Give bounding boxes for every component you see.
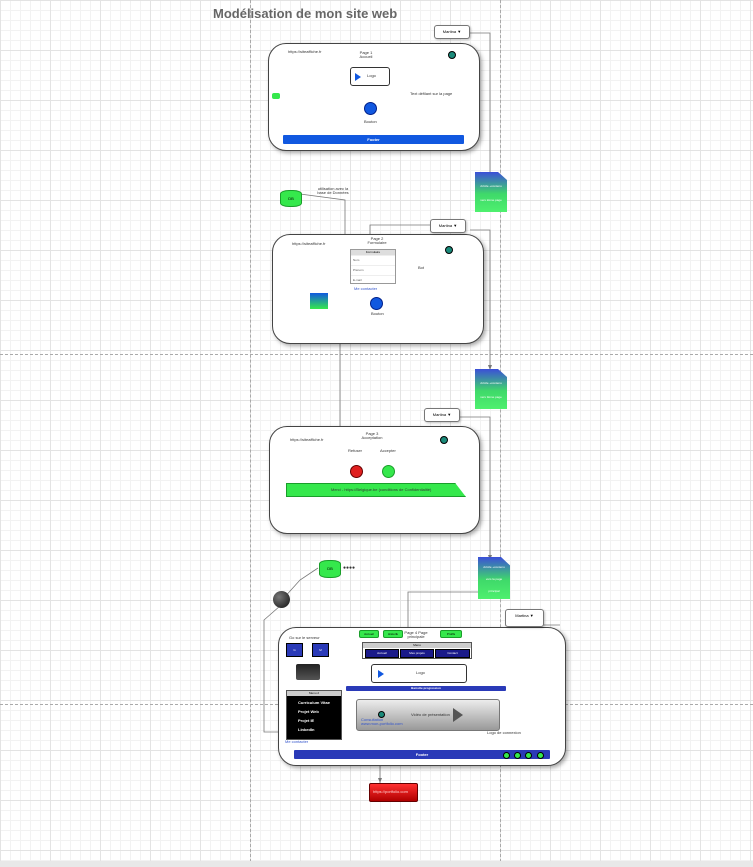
page-1-footer[interactable]: Footer — [283, 135, 464, 144]
page-2-node — [445, 246, 453, 254]
page-4-progress: Barrette progression — [346, 686, 506, 691]
page-4-menu-btn-2[interactable]: Historik — [383, 630, 403, 638]
page-4-gradient-box — [296, 664, 320, 680]
page-1-button[interactable] — [364, 102, 377, 115]
page-4-menu-btn-3[interactable]: Profils — [440, 630, 462, 638]
doc-1: Article +contenu vers 2ème page — [475, 172, 507, 212]
page-2-button-label: Bouton — [371, 311, 384, 316]
page-2-transition: Bot — [418, 265, 425, 270]
page-2-field-prenom[interactable]: Prénom — [351, 265, 395, 275]
page-2-link[interactable]: Me contacter — [354, 286, 377, 291]
page-1-transition: Text défilant sur la page — [410, 91, 453, 96]
page-3-accept-button[interactable] — [382, 465, 395, 478]
db-1-note: utilisation avec la base de Données — [317, 186, 349, 196]
page-4-nav-tab-3[interactable]: Contact — [435, 649, 470, 658]
page-2-callout[interactable]: Martina ▼ — [430, 219, 466, 233]
doc-3: Article +contenu vers la page principal — [478, 557, 510, 599]
page-4-menu-btn-1[interactable]: Accueil — [359, 630, 379, 638]
red-link-label: https://portfolio.com — [373, 789, 408, 794]
page-4-list[interactable]: Menu 2 Curriculum Vitae Projet Web Proje… — [286, 690, 342, 740]
page-2-field-nom[interactable]: Nom — [351, 255, 395, 265]
doc-3-line3: principal — [488, 589, 500, 593]
page-3-banner-text: Merci - https://Belgique.be (conditions … — [331, 487, 432, 492]
page-4-link[interactable]: Me contacter — [285, 739, 308, 744]
page-3-refuse-button[interactable] — [350, 465, 363, 478]
page-4-icon-g[interactable]: G — [286, 643, 303, 657]
db-2: DB — [319, 560, 341, 578]
page-1-node — [448, 51, 456, 59]
page-4-list-item-2[interactable]: Projet Web — [298, 709, 319, 714]
page-1-url: https://siteaffiche.fr — [288, 49, 322, 54]
doc-3-line2: vers la page — [485, 577, 503, 581]
page-4-list-item-1[interactable]: Curriculum Vitae — [298, 700, 330, 705]
page-1-name: Page 1 Accueil — [359, 50, 373, 60]
page-3-name: Page 3 Acceptation — [361, 431, 383, 441]
page-4-icon-m[interactable]: M — [312, 643, 329, 657]
doc-3-line1: Article +contenu — [483, 565, 505, 569]
page-2-name: Page 2 Formulaire — [367, 236, 387, 246]
page-3-banner: Merci - https://Belgique.be (conditions … — [286, 483, 466, 497]
page-4-callout[interactable]: Martina ▼ — [505, 609, 544, 627]
page-4-video[interactable]: Vidéo de présentation Consultation www.m… — [356, 699, 500, 731]
page-1-button-label: Bouton — [364, 119, 377, 124]
doc-1-line2: vers 2ème page — [480, 198, 502, 202]
doc-2: Article +contenu vers 3ème page — [475, 369, 507, 409]
page-3-callout[interactable]: Martina ▼ — [424, 408, 460, 422]
page-4-list-title: Menu 2 — [287, 691, 341, 696]
page-3-accept-label: Accepter — [380, 448, 396, 453]
page-4-logo-box[interactable]: Logo — [371, 664, 467, 683]
page-1-logo-label: Logo — [367, 73, 376, 78]
page-4-link2: Logo de connexion — [487, 730, 521, 735]
page-4-list-item-4[interactable]: LinkedIn — [298, 727, 314, 732]
page-4-nav-tab-2[interactable]: Mes projets — [400, 649, 434, 658]
play-icon — [355, 73, 361, 81]
social-icon-4[interactable] — [537, 752, 544, 759]
page-3-refuse-label: Refuser — [348, 448, 363, 453]
page-4-video-caption[interactable]: Consultation www.mon-portfolio.com — [361, 717, 403, 727]
red-link-button[interactable]: https://portfolio.com — [369, 783, 418, 802]
black-node — [273, 591, 290, 608]
social-icon-3[interactable] — [525, 752, 532, 759]
page-4-logo-label: Logo — [416, 670, 425, 675]
page-1-callout[interactable]: Martina ▼ — [434, 25, 470, 39]
page-2-image — [310, 293, 328, 309]
page-4-name: Page 4 Page principale — [404, 630, 428, 640]
page-4-video-label: Vidéo de présentation — [411, 712, 450, 717]
page-3-url: https://siteaffiche.fr — [290, 437, 324, 442]
doc-2-line2: vers 3ème page — [480, 395, 502, 399]
play-icon — [378, 670, 384, 678]
page-1-logo-box[interactable]: Logo — [350, 67, 390, 86]
page-4-nav-header: Menu — [363, 643, 471, 648]
doc-2-line1: Article +contenu — [480, 381, 502, 385]
social-icon-2[interactable] — [514, 752, 521, 759]
page-4-nav-bar: Menu Accueil Mes projets Contact — [362, 642, 472, 659]
page-2-url: https://siteaffiche.fr — [292, 241, 326, 246]
page-4-nav-tab-1[interactable]: Accueil — [365, 649, 399, 658]
doc-1-line1: Article +contenu — [480, 184, 502, 188]
video-play-icon — [453, 708, 463, 722]
db-2-dots: ●●●● — [343, 565, 356, 571]
social-icon-1[interactable] — [503, 752, 510, 759]
page-3-node — [440, 436, 448, 444]
page-2-field-email[interactable]: E-mail — [351, 275, 395, 285]
page-4-list-item-3[interactable]: Projet IE — [298, 718, 314, 723]
page-2-button[interactable] — [370, 297, 383, 310]
page-4-search-label: Go sur le serveur — [289, 635, 320, 640]
page-2-form[interactable]: Formulaire Nom Prénom E-mail — [350, 249, 396, 284]
page-1-green-arrow — [272, 93, 280, 99]
page-4-footer[interactable]: Footer — [294, 750, 550, 759]
db-1: DB — [280, 190, 302, 207]
